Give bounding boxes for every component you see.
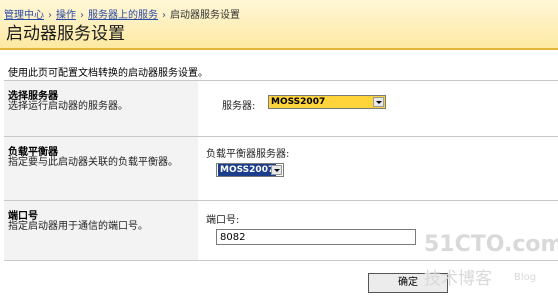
section-description-panel: 选择服务器 选择运行启动器的服务器。: [4, 81, 198, 137]
watermark-site: 51CTO.com: [424, 232, 558, 257]
port-input[interactable]: [216, 229, 416, 245]
section-title: 选择服务器: [8, 91, 58, 102]
section-description-panel: 负载平衡器 指定要与此启动器关联的负载平衡器。: [4, 137, 198, 201]
section-description: 指定要与此启动器关联的负载平衡器。: [8, 157, 178, 168]
breadcrumb-current: 启动器服务设置: [170, 10, 240, 21]
page-header: 管理中心 › 操作 › 服务器上的服务 › 启动器服务设置 启动器服务设置: [0, 0, 558, 50]
watermark-blog: Blog: [514, 272, 537, 283]
section-title: 端口号: [8, 211, 38, 222]
section-description: 选择运行启动器的服务器。: [8, 101, 128, 112]
server-select-value: MOSS2007: [271, 97, 326, 107]
section-title: 负载平衡器: [8, 147, 58, 158]
page-title: 启动器服务设置: [6, 24, 125, 44]
load-balancer-select-value: MOSS2007: [218, 164, 277, 176]
section-description-panel: 端口号 指定启动器用于通信的端口号。: [4, 201, 198, 261]
watermark-tagline: 技术博客: [424, 269, 492, 289]
load-balancer-select[interactable]: MOSS2007: [216, 163, 284, 177]
chevron-down-icon[interactable]: [271, 165, 282, 175]
chevron-down-icon[interactable]: [373, 97, 384, 107]
page-intro: 使用此页可配置文档转换的启动器服务设置。: [8, 68, 208, 79]
section-description: 指定启动器用于通信的端口号。: [8, 221, 148, 232]
port-label: 端口号:: [206, 215, 240, 226]
breadcrumb-separator: ›: [162, 10, 166, 21]
server-label: 服务器:: [222, 101, 256, 112]
section-select-server: 选择服务器 选择运行启动器的服务器。 服务器: MOSS2007: [4, 80, 558, 137]
load-balancer-label: 负载平衡器服务器:: [206, 149, 290, 160]
section-load-balancer: 负载平衡器 指定要与此启动器关联的负载平衡器。 负载平衡器服务器: MOSS20…: [4, 136, 558, 201]
server-select[interactable]: MOSS2007: [268, 95, 386, 109]
